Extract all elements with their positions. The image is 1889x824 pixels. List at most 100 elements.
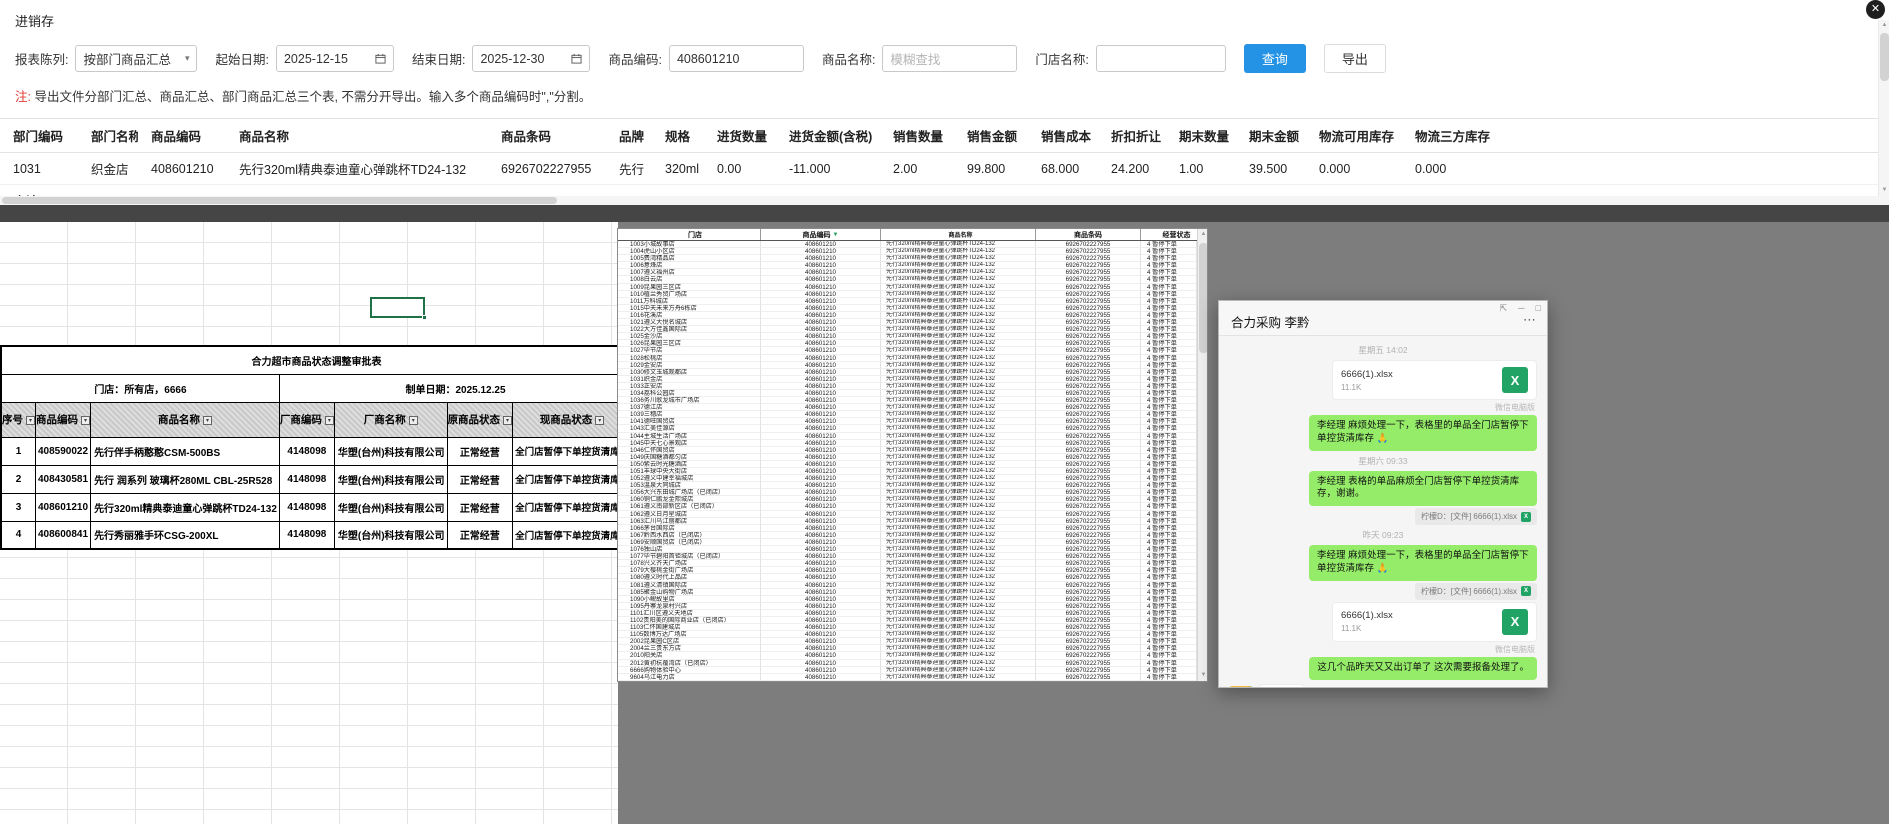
store-status-row: 1031织金店408601210先行320ml精典泰迪童心弹跳杯TD24-132… [618, 376, 1197, 383]
store-status-row: 1016花溪店408601210先行320ml精典泰迪童心弹跳杯TD24-132… [618, 312, 1197, 319]
store-status-row: 1015中天未来方舟6栋店408601210先行320ml精典泰迪童心弹跳杯TD… [618, 305, 1197, 312]
approval-store-cell: 门店：所有店，6666 [1, 374, 279, 402]
store-status-row: 9604乌江电力店408601210先行320ml精典泰迪童心弹跳杯TD24-1… [618, 674, 1197, 681]
sent-message: 李经理 麻烦处理一下，表格里的单品全门店暂停下单控货清库存 🙏 [1309, 545, 1537, 581]
product-name-label: 商品名称: [822, 49, 875, 68]
end-date-input[interactable]: 2025-12-30 [472, 45, 590, 72]
store-status-row: 1009昆果园三区店408601210先行320ml精典泰迪童心弹跳杯TD24-… [618, 284, 1197, 291]
start-date-input[interactable]: 2025-12-15 [276, 45, 394, 72]
horizontal-scrollbar [0, 196, 1889, 205]
store-status-row: 1045中天七心景观店408601210先行320ml精典泰迪童心弹跳杯TD24… [618, 440, 1197, 447]
store-status-row: 1041德旺国贸店408601210先行320ml精典泰迪童心弹跳杯TD24-1… [618, 418, 1197, 425]
scroll-up-icon[interactable]: ▲ [1198, 229, 1208, 240]
file-source-caption: 微信电脑版 [1495, 644, 1537, 655]
report-col-header: 进货金额(含税) [776, 119, 880, 153]
sent-message: 李经理 表格的单品麻烦全门店暂停下单控货清库存，谢谢。 [1309, 471, 1537, 507]
store-status-row: 1010植兰秀贸广场店408601210先行320ml精典泰迪童心弹跳杯TD24… [618, 291, 1197, 298]
store-status-row: 1051丰球中央大街店408601210先行320ml精典泰迪童心弹跳杯TD24… [618, 468, 1197, 475]
report-header-row: 部门编码部门名称商品编码商品名称商品条码品牌规格进货数量进货金额(含税)销售数量… [0, 119, 1889, 153]
store-status-row: 1085聚金山购物广场店408601210先行320ml精典泰迪童心弹跳杯TD2… [618, 589, 1197, 596]
store-status-row: 2010阳关店408601210先行320ml精典泰迪童心弹跳杯TD24-132… [618, 652, 1197, 659]
store-status-row: 1052遵义中建幸福城店408601210先行320ml精典泰迪童心弹跳杯TD2… [618, 475, 1197, 482]
avatar [1229, 686, 1253, 687]
store-name-label: 门店名称: [1035, 49, 1088, 68]
maximize-icon[interactable]: □ [1536, 303, 1541, 314]
autofilter-dropdown-icon[interactable]: ▾ [503, 416, 512, 425]
store-status-row: 1021遵义大悦名城店408601210先行320ml精典泰迪童心弹跳杯TD24… [618, 319, 1197, 326]
excel-file-icon: X [1521, 512, 1531, 522]
report-col-header: 期末数量 [1166, 119, 1236, 153]
store-status-row: 1043汇美佳源店408601210先行320ml精典泰迪童心弹跳杯TD24-1… [618, 425, 1197, 432]
scroll-down-icon[interactable]: ▼ [1879, 185, 1889, 196]
report-col-header: 折扣折让 [1098, 119, 1166, 153]
store-status-header-row: 门店 商品编码▼ 商品名称 商品条码 经营状态 [618, 229, 1207, 241]
product-code-input[interactable]: 408601210 [669, 45, 804, 72]
report-col-header: 销售金额 [954, 119, 1028, 153]
vertical-scrollbar-thumb[interactable] [1880, 33, 1889, 81]
export-button[interactable]: 导出 [1324, 44, 1386, 73]
report-col-header: 商品名称 [226, 119, 488, 153]
approval-col-header: 商品编码▾ [36, 402, 91, 437]
file-size: 11.1K [1341, 383, 1393, 392]
scroll-down-icon[interactable]: ▼ [1198, 670, 1208, 681]
col-header-store: 门店 [618, 229, 761, 240]
fill-handle[interactable] [422, 315, 427, 320]
store-status-row: 1005费湾精品店408601210先行320ml精典泰迪童心弹跳杯TD24-1… [618, 255, 1197, 262]
more-menu-icon[interactable]: ⋯ [1523, 315, 1536, 325]
sticker-message: 好的! [1259, 684, 1305, 687]
approval-date-cell: 制单日期：2025.12.25 [279, 374, 632, 402]
quoted-reply: 柠檬D：[文件] 6666(1).xlsxX [1415, 583, 1537, 600]
inventory-report-panel: 进销存 ✕ 报表陈列: 按部门商品汇总 ▾ 起始日期: 2025-12-15 结… [0, 0, 1889, 205]
store-status-row: 1008白云店408601210先行320ml精典泰迪童心弹跳杯TD24-132… [618, 276, 1197, 283]
query-button[interactable]: 查询 [1244, 44, 1306, 73]
file-message[interactable]: 6666(1).xlsx11.1KX [1332, 602, 1537, 642]
autofilter-dropdown-icon[interactable]: ▾ [595, 416, 604, 425]
selected-cell[interactable] [370, 297, 425, 318]
store-status-row: 1004虎山小区店408601210先行320ml精典泰迪童心弹跳杯TD24-1… [618, 248, 1197, 255]
autofilter-dropdown-icon[interactable]: ▾ [26, 416, 35, 425]
store-name-input[interactable] [1096, 45, 1226, 72]
autofilter-dropdown-icon[interactable]: ▾ [81, 416, 90, 425]
approval-col-header: 原商品状态▾ [447, 402, 513, 437]
horizontal-scrollbar-thumb[interactable] [2, 197, 557, 204]
store-status-row: 1039三穗店408601210先行320ml精典泰迪童心弹跳杯TD24-132… [618, 411, 1197, 418]
filter-funnel-icon[interactable]: ▼ [833, 232, 839, 238]
approval-col-header: 现商品状态▾ [513, 402, 633, 437]
store-status-row: 1101汇川区遵义天地店408601210先行320ml精典泰迪童心弹跳杯TD2… [618, 610, 1197, 617]
report-data-row: 1031织金店408601210先行320ml精典泰迪童心弹跳杯TD24-132… [0, 153, 1889, 185]
chat-timestamp: 星期五 14:02 [1358, 344, 1407, 356]
autofilter-dropdown-icon[interactable]: ▾ [325, 416, 334, 425]
report-col-header: 品牌 [606, 119, 652, 153]
autofilter-dropdown-icon[interactable]: ▾ [409, 416, 418, 425]
product-name-input[interactable]: 模糊查找 [882, 45, 1017, 72]
chat-timestamp: 昨天 09:23 [1363, 529, 1404, 541]
file-source-caption: 微信电脑版 [1495, 402, 1537, 413]
file-name: 6666(1).xlsx [1341, 610, 1393, 621]
store-status-row: 1061遵义南部新区店（已闭店）408601210先行320ml精典泰迪童心弹跳… [618, 503, 1197, 510]
autofilter-dropdown-icon[interactable]: ▾ [203, 416, 212, 425]
vertical-scrollbar-thumb[interactable] [1199, 243, 1208, 353]
desktop-area: 合力超市商品状态调整审批表 门店：所有店，6666 制单日期：2025.12.2… [0, 222, 1889, 824]
close-icon[interactable]: ✕ [1866, 0, 1885, 19]
report-col-header: 期末金额 [1236, 119, 1306, 153]
approval-col-header: 商品名称▾ [91, 402, 280, 437]
chevron-down-icon: ▾ [185, 53, 190, 64]
report-type-label: 报表陈列: [15, 49, 68, 68]
store-status-row: 1077毕节碧阳首钜城店（已闭店）408601210先行320ml精典泰迪童心弹… [618, 553, 1197, 560]
calendar-icon [375, 53, 386, 64]
approval-col-header: 厂商编码▾ [279, 402, 334, 437]
file-size: 11.1K [1341, 624, 1393, 633]
excel-file-icon: X [1502, 367, 1528, 393]
pin-icon[interactable]: ⇱ [1500, 303, 1508, 314]
scroll-up-icon[interactable]: ▲ [1879, 20, 1889, 31]
excel-approval-sheet-window: 合力超市商品状态调整审批表 门店：所有店，6666 制单日期：2025.12.2… [0, 222, 618, 824]
vertical-scrollbar: ▲ ▼ [1878, 20, 1889, 196]
report-col-header: 部门编码 [0, 119, 78, 153]
report-type-select[interactable]: 按部门商品汇总 ▾ [75, 45, 197, 72]
end-date-label: 结束日期: [412, 49, 465, 68]
export-note: 注: 导出文件分部门汇总、商品汇总、部门商品汇总三个表, 不需分开导出。输入多个… [15, 86, 591, 105]
col-header-barcode: 商品条码 [1036, 229, 1141, 240]
file-message[interactable]: 6666(1).xlsx11.1KX [1332, 360, 1537, 400]
store-status-row: 1029金安店408601210先行320ml精典泰迪童心弹跳杯TD24-132… [618, 362, 1197, 369]
store-status-row: 1062遵义日月星城店408601210先行320ml精典泰迪童心弹跳杯TD24… [618, 511, 1197, 518]
